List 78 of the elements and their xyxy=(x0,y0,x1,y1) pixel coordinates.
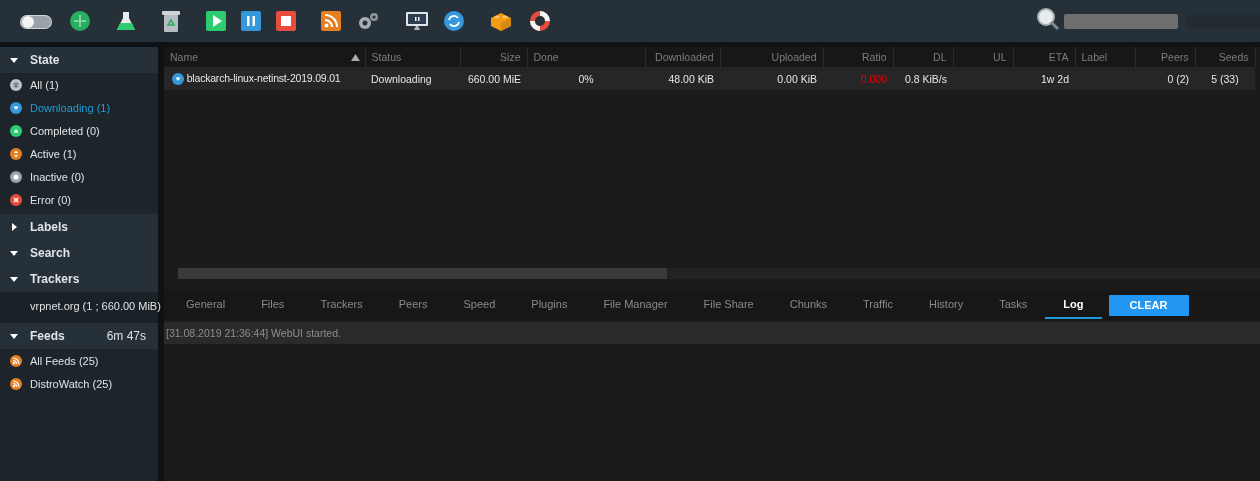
caret-down-icon xyxy=(10,332,18,340)
feed-timer: 6m 47s xyxy=(106,329,146,343)
column-header[interactable]: Uploaded xyxy=(720,47,823,67)
table-cell: 0 (2) xyxy=(1135,67,1195,90)
tab[interactable]: Files xyxy=(243,291,303,319)
column-header[interactable]: Size xyxy=(460,47,527,67)
torrent-name: blackarch-linux-netinst-2019.09.01 xyxy=(186,71,341,84)
tab[interactable]: General xyxy=(168,291,244,319)
cross-icon xyxy=(10,193,22,206)
caret-right-icon xyxy=(10,223,18,231)
table-cell: 660.00 MiE xyxy=(460,67,527,90)
table-cell: 0% xyxy=(527,67,645,90)
sidebar-item[interactable]: All (1) xyxy=(0,73,158,96)
recycle-bin-icon[interactable] xyxy=(161,9,181,33)
sidebar-item[interactable]: DistroWatch (25) xyxy=(0,372,158,395)
table-cell: 1w 2d xyxy=(1013,67,1075,90)
section-header[interactable]: State xyxy=(0,47,158,73)
tab[interactable]: File Share xyxy=(685,291,772,319)
section-header[interactable]: Search xyxy=(0,240,158,266)
sidebar-item[interactable]: Downloading (1) xyxy=(0,96,158,119)
section-header[interactable]: Labels xyxy=(0,214,158,240)
table-cell: Downloading xyxy=(365,67,460,90)
search-field[interactable] xyxy=(1064,13,1178,29)
tab[interactable]: Trackers xyxy=(302,291,381,319)
horizontal-scrollbar[interactable] xyxy=(178,268,1260,279)
flask-icon[interactable] xyxy=(115,10,137,32)
table-cell: 0.00 KiB xyxy=(720,67,823,90)
search-icon[interactable] xyxy=(1036,7,1060,31)
tab[interactable]: History xyxy=(911,291,982,319)
play-icon[interactable] xyxy=(206,11,226,31)
column-header[interactable]: ETA xyxy=(1013,47,1075,67)
column-header[interactable]: Name xyxy=(164,47,365,67)
stop-icon[interactable] xyxy=(276,11,296,31)
column-header[interactable]: Label xyxy=(1075,47,1135,67)
column-header[interactable]: DL xyxy=(893,47,953,67)
caret-down-icon xyxy=(10,275,18,283)
tab[interactable]: Plugins xyxy=(513,291,586,319)
column-header[interactable]: Peers xyxy=(1135,47,1195,67)
asterisk-icon xyxy=(10,78,22,91)
refresh-icon[interactable] xyxy=(444,11,464,31)
table-cell: 0.000 xyxy=(823,67,893,90)
dot-icon xyxy=(10,170,22,183)
column-header[interactable]: Status xyxy=(365,47,460,67)
caret-down-icon xyxy=(10,56,18,64)
tab[interactable]: File Manager xyxy=(585,291,686,319)
tab[interactable]: Speed xyxy=(445,291,514,319)
table-cell: 5 (33) xyxy=(1195,67,1255,90)
sidebar-item[interactable]: Error (0) xyxy=(0,188,158,211)
sidebar-item[interactable]: vrpnet.org (1 ; 660.00 MiB) xyxy=(0,292,162,320)
tab[interactable]: Peers xyxy=(380,291,446,319)
sidebar-item[interactable]: All Feeds (25) xyxy=(0,349,158,372)
sidebar-item[interactable]: Completed (0) xyxy=(0,119,158,142)
caret-down-icon xyxy=(10,249,18,257)
section-header[interactable]: Trackers xyxy=(0,266,158,292)
column-header[interactable]: Done xyxy=(527,47,645,67)
section-header[interactable]: Feeds 6m 47s xyxy=(0,323,158,349)
rss-icon xyxy=(10,377,22,390)
monitor-icon[interactable] xyxy=(405,10,429,32)
add-icon[interactable] xyxy=(69,10,91,32)
settings-icon[interactable] xyxy=(356,11,380,31)
table-cell: 0.8 KiB/s xyxy=(893,67,953,90)
rss-icon[interactable] xyxy=(321,11,341,31)
column-header[interactable]: Ratio xyxy=(823,47,893,67)
sidebar-item[interactable]: Active (1) xyxy=(0,142,158,165)
column-header[interactable]: UL xyxy=(953,47,1013,67)
tab[interactable]: Tasks xyxy=(981,291,1046,319)
table-cell: 48.00 KiB xyxy=(645,67,720,90)
clear-button[interactable]: CLEAR xyxy=(1108,294,1189,316)
rss-icon xyxy=(10,354,22,367)
lifebuoy-icon[interactable] xyxy=(528,9,552,33)
log-entry: [31.08.2019 21:36:44] WebUI started. xyxy=(164,322,1260,344)
column-header[interactable]: Downloaded xyxy=(645,47,720,67)
brick-icon[interactable] xyxy=(489,10,513,32)
pause-icon[interactable] xyxy=(241,11,261,31)
sidebar-item[interactable]: Inactive (0) xyxy=(0,165,158,188)
tab[interactable]: Chunks xyxy=(771,291,846,319)
column-header[interactable]: Seeds xyxy=(1195,47,1255,67)
tab[interactable]: Traffic xyxy=(845,291,911,319)
